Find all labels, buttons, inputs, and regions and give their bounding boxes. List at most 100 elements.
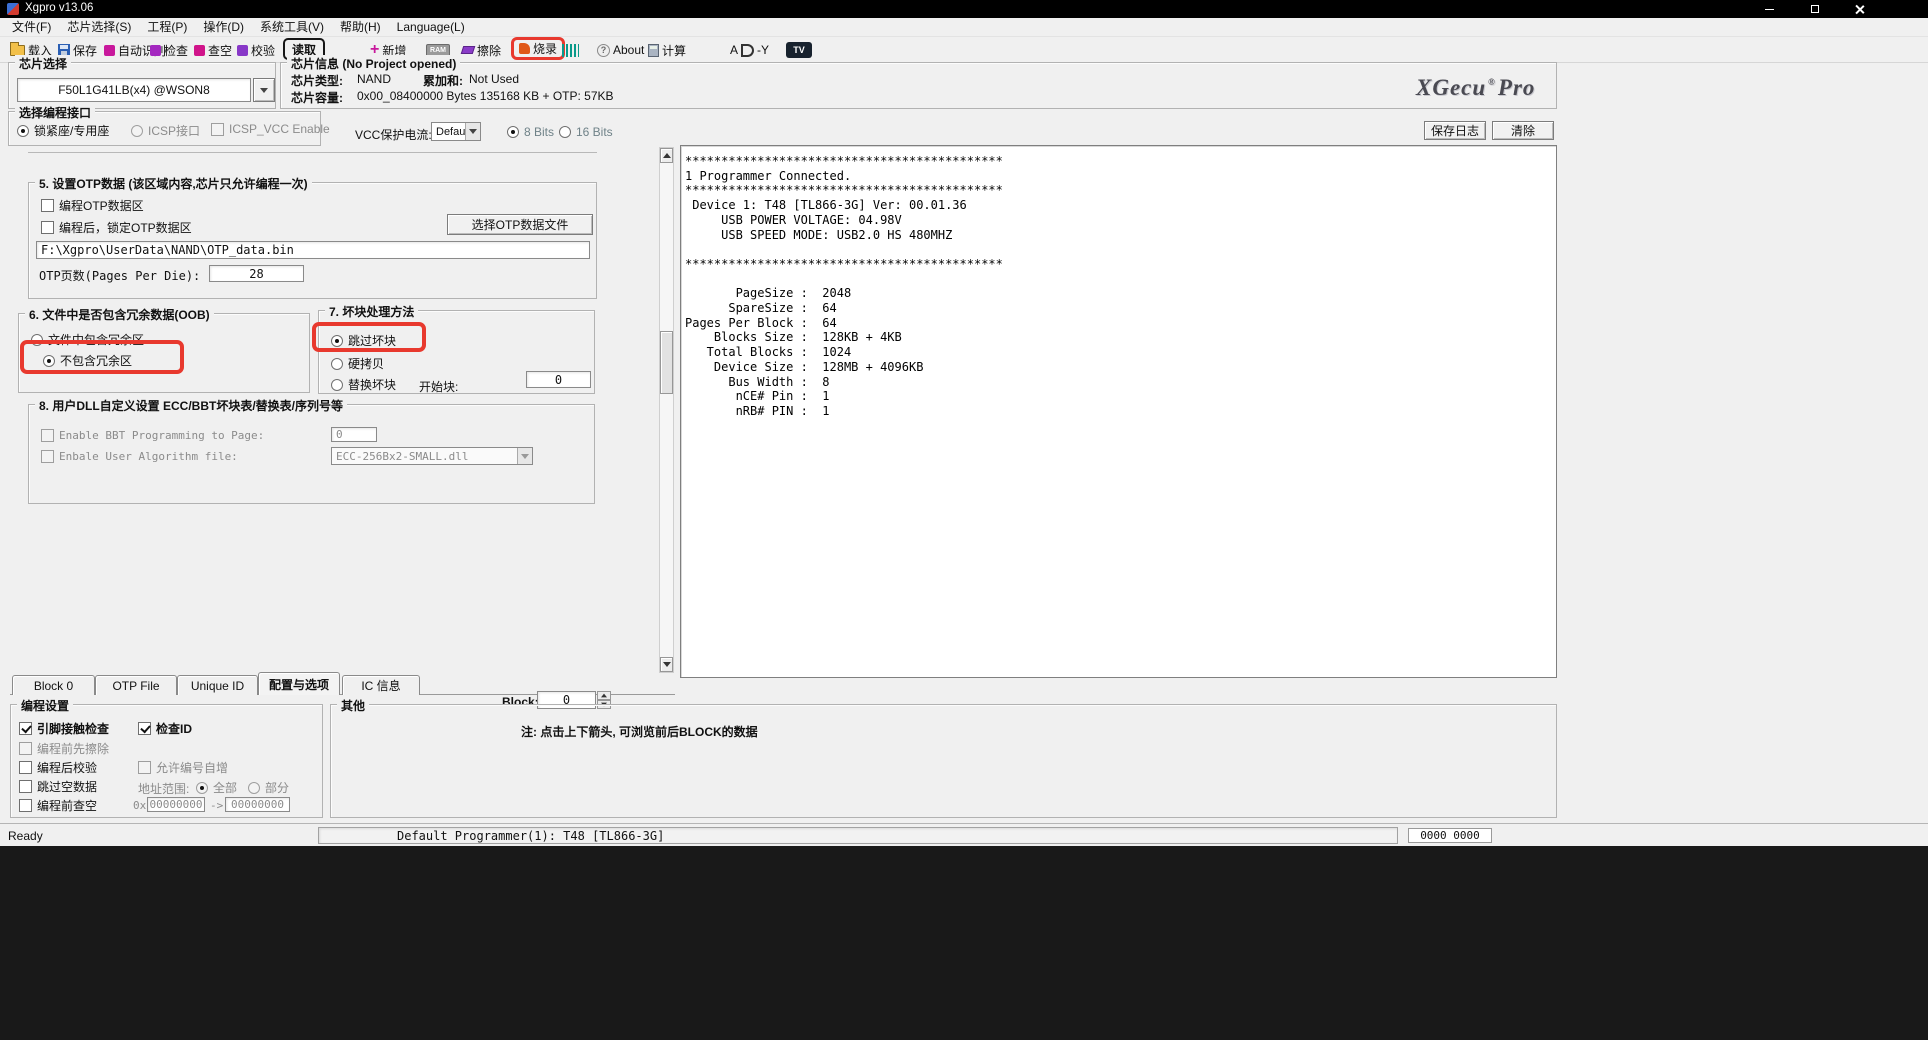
verify-after-checkbox[interactable]: 编程后校验 xyxy=(19,759,97,776)
previous-group-edge xyxy=(28,152,597,153)
scrollbar-thumb[interactable] xyxy=(660,331,673,394)
calculator-button[interactable]: 计算 xyxy=(648,40,686,60)
erase-button[interactable]: 擦除 xyxy=(462,40,501,60)
scroll-up-button[interactable] xyxy=(660,148,673,163)
otp-group-title: 5. 设置OTP数据 (该区域内容,芯片只允许编程一次) xyxy=(35,175,312,192)
menu-operation[interactable]: 操作(D) xyxy=(195,18,252,37)
menu-language[interactable]: Language(L) xyxy=(389,18,473,37)
interface-group-title: 选择编程接口 xyxy=(15,104,95,121)
blank-check-button[interactable]: 查空 xyxy=(194,40,232,60)
bbt-page-field[interactable]: 0 xyxy=(331,427,377,442)
address-from-value: 00000000 xyxy=(150,798,203,811)
skip-bad-block-radio[interactable]: 跳过坏块 xyxy=(331,332,396,349)
lock-otp-checkbox[interactable]: 编程后，锁定OTP数据区 xyxy=(41,219,192,236)
chip-select-dropdown-button[interactable] xyxy=(253,78,275,102)
tab-otp-file[interactable]: OTP File xyxy=(95,675,177,695)
check-id-label: 检查ID xyxy=(156,720,192,737)
serial-increment-checkbox[interactable]: 允许编号自增 xyxy=(138,759,228,776)
hex-prefix-label: 0x xyxy=(133,799,146,812)
dropdown-button[interactable] xyxy=(517,448,532,464)
bits16-radio[interactable]: 16 Bits xyxy=(559,125,613,139)
address-part-radio[interactable]: 部分 xyxy=(248,779,289,796)
icsp-radio[interactable]: ICSP接口 xyxy=(131,122,200,139)
skip-blank-checkbox[interactable]: 跳过空数据 xyxy=(19,778,97,795)
with-oob-radio[interactable]: 文件中包含冗余区 xyxy=(31,331,144,348)
address-all-radio[interactable]: 全部 xyxy=(196,779,237,796)
checksum-label: 累加和: xyxy=(423,72,463,89)
tab-ic-info[interactable]: IC 信息 xyxy=(342,675,420,695)
maximize-button[interactable] xyxy=(1794,0,1836,18)
tv-button[interactable]: TV xyxy=(786,40,812,60)
address-from-field[interactable]: 00000000 xyxy=(147,797,205,812)
dropdown-button[interactable] xyxy=(465,123,480,140)
chip-select-group-title: 芯片选择 xyxy=(15,55,71,72)
tab-block0[interactable]: Block 0 xyxy=(12,675,95,695)
logic-tool-button[interactable]: A -Y xyxy=(730,40,769,60)
erase-before-checkbox[interactable]: 编程前先擦除 xyxy=(19,740,109,757)
socket-radio[interactable]: 锁紧座/专用座 xyxy=(17,122,109,139)
left-panel-scrollbar[interactable] xyxy=(659,147,674,673)
address-to-field[interactable]: 00000000 xyxy=(225,797,290,812)
chip-info-group: 芯片信息 (No Project opened) 芯片类型: NAND 累加和:… xyxy=(280,62,1557,109)
otp-pages-field[interactable]: 28 xyxy=(209,265,304,282)
bits8-radio[interactable]: 8 Bits xyxy=(507,125,554,139)
start-block-field[interactable]: 0 xyxy=(526,371,591,388)
otp-pages-value: 28 xyxy=(249,267,263,281)
arrow-label: -> xyxy=(210,799,223,812)
without-oob-radio[interactable]: 不包含冗余区 xyxy=(43,352,132,369)
checkbox-icon xyxy=(138,761,151,774)
arrow-down-icon xyxy=(663,662,671,667)
chip-select-group: 芯片选择 F50L1G41LB(x4) @WSON8 xyxy=(8,62,276,109)
oob-group-title: 6. 文件中是否包含冗余数据(OOB) xyxy=(25,306,214,323)
replace-bad-block-radio[interactable]: 替换坏块 xyxy=(331,376,396,393)
menu-chip-select[interactable]: 芯片选择(S) xyxy=(59,18,139,37)
status-ready: Ready xyxy=(8,829,43,843)
hard-copy-radio[interactable]: 硬拷贝 xyxy=(331,355,384,372)
checkbox-icon xyxy=(19,761,32,774)
chevron-down-icon xyxy=(521,454,529,459)
menu-system-tools[interactable]: 系统工具(V) xyxy=(252,18,332,37)
other-group-title: 其他 xyxy=(337,697,369,714)
with-oob-label: 文件中包含冗余区 xyxy=(48,331,144,348)
program-otp-checkbox[interactable]: 编程OTP数据区 xyxy=(41,197,144,214)
socket-radio-label: 锁紧座/专用座 xyxy=(34,122,109,139)
user-algorithm-checkbox[interactable]: Enbale User Algorithm file: xyxy=(41,450,238,463)
spinner-up-button[interactable] xyxy=(597,691,611,700)
verify-button[interactable]: 校验 xyxy=(237,40,275,60)
status-programmer-text: Default Programmer(1): T48 [TL866-3G] xyxy=(397,829,664,843)
menu-file[interactable]: 文件(F) xyxy=(4,18,59,37)
otp-file-path-field[interactable]: F:\Xgpro\UserData\NAND\OTP_data.bin xyxy=(36,241,590,259)
menu-project[interactable]: 工程(P) xyxy=(139,18,195,37)
vcc-current-dropdown[interactable]: Default xyxy=(431,122,481,141)
burn-button[interactable]: 烧录 xyxy=(511,37,565,60)
close-icon xyxy=(1855,5,1864,14)
blank-check-label: 查空 xyxy=(208,42,232,59)
save-log-button[interactable]: 保存日志 xyxy=(1424,121,1486,140)
desktop-background xyxy=(0,846,1928,1040)
scroll-down-button[interactable] xyxy=(660,657,673,672)
chip-type-label: 芯片类型: xyxy=(291,72,343,89)
logic-gate-icon xyxy=(741,44,754,57)
check-button[interactable]: 检查 xyxy=(150,40,188,60)
address-all-label: 全部 xyxy=(213,779,237,796)
chevron-down-icon xyxy=(260,88,268,93)
bbt-programming-checkbox[interactable]: Enable BBT Programming to Page: xyxy=(41,429,264,442)
tab-unique-id[interactable]: Unique ID xyxy=(177,675,258,695)
check-id-checkbox[interactable]: 检查ID xyxy=(138,720,192,737)
close-button[interactable] xyxy=(1838,0,1880,18)
blank-before-checkbox[interactable]: 编程前查空 xyxy=(19,797,97,814)
pin-check-checkbox[interactable]: 引脚接触检查 xyxy=(19,720,109,737)
radio-icon xyxy=(248,782,260,794)
menu-help[interactable]: 帮助(H) xyxy=(332,18,389,37)
clear-log-button[interactable]: 清除 xyxy=(1492,121,1554,140)
choose-otp-file-button[interactable]: 选择OTP数据文件 xyxy=(447,214,593,235)
algorithm-file-dropdown[interactable]: ECC-256Bx2-SMALL.dll xyxy=(331,447,533,465)
icsp-vcc-checkbox[interactable]: ICSP_VCC Enable xyxy=(211,122,330,136)
chip-select-value[interactable]: F50L1G41LB(x4) @WSON8 xyxy=(17,78,251,102)
oob-group: 6. 文件中是否包含冗余数据(OOB) 文件中包含冗余区 不包含冗余区 xyxy=(18,313,310,393)
about-button[interactable]: ? About xyxy=(597,40,644,60)
minimize-button[interactable] xyxy=(1748,0,1790,18)
barcode-button[interactable] xyxy=(562,40,579,60)
log-text: ****************************************… xyxy=(685,154,1556,419)
tab-config-options[interactable]: 配置与选项 xyxy=(258,672,340,695)
